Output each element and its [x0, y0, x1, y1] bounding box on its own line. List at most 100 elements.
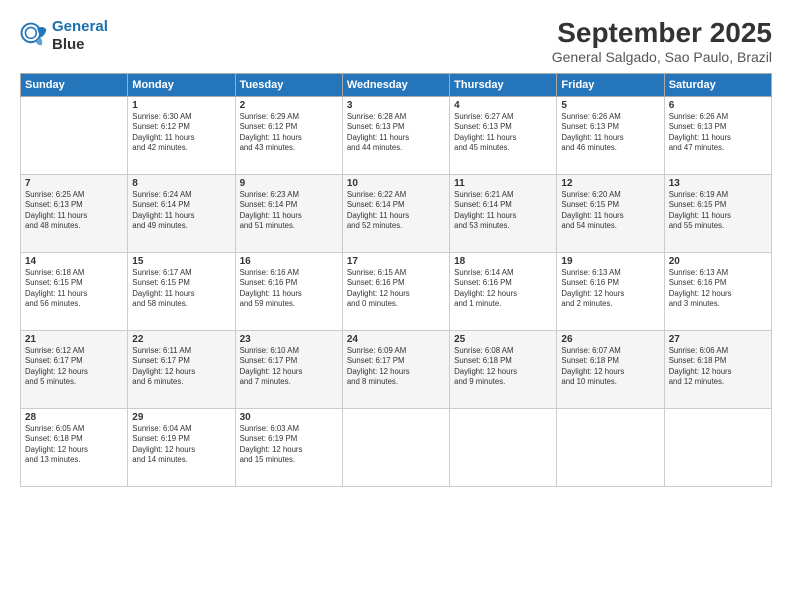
calendar-page: General Blue September 2025 General Salg…: [0, 0, 792, 612]
day-number: 29: [132, 412, 230, 423]
calendar-cell: 28Sunrise: 6:05 AM Sunset: 6:18 PM Dayli…: [21, 408, 128, 486]
cell-content: Sunrise: 6:13 AM Sunset: 6:16 PM Dayligh…: [669, 268, 767, 310]
calendar-cell: 13Sunrise: 6:19 AM Sunset: 6:15 PM Dayli…: [664, 174, 771, 252]
calendar-cell: 3Sunrise: 6:28 AM Sunset: 6:13 PM Daylig…: [342, 96, 449, 174]
calendar-cell: 24Sunrise: 6:09 AM Sunset: 6:17 PM Dayli…: [342, 330, 449, 408]
calendar-cell: 27Sunrise: 6:06 AM Sunset: 6:18 PM Dayli…: [664, 330, 771, 408]
calendar-cell: 16Sunrise: 6:16 AM Sunset: 6:16 PM Dayli…: [235, 252, 342, 330]
calendar-table: SundayMondayTuesdayWednesdayThursdayFrid…: [20, 73, 772, 487]
cell-content: Sunrise: 6:03 AM Sunset: 6:19 PM Dayligh…: [240, 424, 338, 466]
col-header-wednesday: Wednesday: [342, 73, 449, 96]
calendar-cell: 6Sunrise: 6:26 AM Sunset: 6:13 PM Daylig…: [664, 96, 771, 174]
cell-content: Sunrise: 6:24 AM Sunset: 6:14 PM Dayligh…: [132, 190, 230, 232]
day-number: 7: [25, 178, 123, 189]
calendar-cell: 10Sunrise: 6:22 AM Sunset: 6:14 PM Dayli…: [342, 174, 449, 252]
calendar-cell: 15Sunrise: 6:17 AM Sunset: 6:15 PM Dayli…: [128, 252, 235, 330]
day-number: 16: [240, 256, 338, 267]
cell-content: Sunrise: 6:05 AM Sunset: 6:18 PM Dayligh…: [25, 424, 123, 466]
day-number: 1: [132, 100, 230, 111]
day-number: 15: [132, 256, 230, 267]
calendar-cell: 14Sunrise: 6:18 AM Sunset: 6:15 PM Dayli…: [21, 252, 128, 330]
col-header-saturday: Saturday: [664, 73, 771, 96]
logo: General Blue: [20, 18, 108, 54]
calendar-cell: 2Sunrise: 6:29 AM Sunset: 6:12 PM Daylig…: [235, 96, 342, 174]
cell-content: Sunrise: 6:26 AM Sunset: 6:13 PM Dayligh…: [561, 112, 659, 154]
calendar-week-2: 7Sunrise: 6:25 AM Sunset: 6:13 PM Daylig…: [21, 174, 772, 252]
title-block: September 2025 General Salgado, Sao Paul…: [552, 18, 772, 65]
day-number: 17: [347, 256, 445, 267]
day-number: 18: [454, 256, 552, 267]
calendar-cell: 22Sunrise: 6:11 AM Sunset: 6:17 PM Dayli…: [128, 330, 235, 408]
header-row: SundayMondayTuesdayWednesdayThursdayFrid…: [21, 73, 772, 96]
cell-content: Sunrise: 6:13 AM Sunset: 6:16 PM Dayligh…: [561, 268, 659, 310]
day-number: 23: [240, 334, 338, 345]
cell-content: Sunrise: 6:12 AM Sunset: 6:17 PM Dayligh…: [25, 346, 123, 388]
calendar-cell: 9Sunrise: 6:23 AM Sunset: 6:14 PM Daylig…: [235, 174, 342, 252]
col-header-friday: Friday: [557, 73, 664, 96]
calendar-cell: 8Sunrise: 6:24 AM Sunset: 6:14 PM Daylig…: [128, 174, 235, 252]
cell-content: Sunrise: 6:15 AM Sunset: 6:16 PM Dayligh…: [347, 268, 445, 310]
cell-content: Sunrise: 6:22 AM Sunset: 6:14 PM Dayligh…: [347, 190, 445, 232]
day-number: 24: [347, 334, 445, 345]
calendar-week-1: 1Sunrise: 6:30 AM Sunset: 6:12 PM Daylig…: [21, 96, 772, 174]
calendar-cell: [557, 408, 664, 486]
day-number: 21: [25, 334, 123, 345]
calendar-cell: 30Sunrise: 6:03 AM Sunset: 6:19 PM Dayli…: [235, 408, 342, 486]
day-number: 6: [669, 100, 767, 111]
calendar-cell: 25Sunrise: 6:08 AM Sunset: 6:18 PM Dayli…: [450, 330, 557, 408]
calendar-cell: [450, 408, 557, 486]
day-number: 30: [240, 412, 338, 423]
day-number: 2: [240, 100, 338, 111]
cell-content: Sunrise: 6:04 AM Sunset: 6:19 PM Dayligh…: [132, 424, 230, 466]
day-number: 27: [669, 334, 767, 345]
page-header: General Blue September 2025 General Salg…: [20, 18, 772, 65]
logo-text: General Blue: [52, 18, 108, 54]
day-number: 20: [669, 256, 767, 267]
day-number: 11: [454, 178, 552, 189]
calendar-cell: [21, 96, 128, 174]
cell-content: Sunrise: 6:30 AM Sunset: 6:12 PM Dayligh…: [132, 112, 230, 154]
cell-content: Sunrise: 6:09 AM Sunset: 6:17 PM Dayligh…: [347, 346, 445, 388]
day-number: 19: [561, 256, 659, 267]
calendar-cell: 4Sunrise: 6:27 AM Sunset: 6:13 PM Daylig…: [450, 96, 557, 174]
day-number: 8: [132, 178, 230, 189]
calendar-cell: 26Sunrise: 6:07 AM Sunset: 6:18 PM Dayli…: [557, 330, 664, 408]
calendar-cell: 23Sunrise: 6:10 AM Sunset: 6:17 PM Dayli…: [235, 330, 342, 408]
cell-content: Sunrise: 6:08 AM Sunset: 6:18 PM Dayligh…: [454, 346, 552, 388]
cell-content: Sunrise: 6:17 AM Sunset: 6:15 PM Dayligh…: [132, 268, 230, 310]
day-number: 26: [561, 334, 659, 345]
calendar-week-4: 21Sunrise: 6:12 AM Sunset: 6:17 PM Dayli…: [21, 330, 772, 408]
calendar-cell: 19Sunrise: 6:13 AM Sunset: 6:16 PM Dayli…: [557, 252, 664, 330]
day-number: 4: [454, 100, 552, 111]
cell-content: Sunrise: 6:28 AM Sunset: 6:13 PM Dayligh…: [347, 112, 445, 154]
calendar-cell: 29Sunrise: 6:04 AM Sunset: 6:19 PM Dayli…: [128, 408, 235, 486]
cell-content: Sunrise: 6:25 AM Sunset: 6:13 PM Dayligh…: [25, 190, 123, 232]
day-number: 28: [25, 412, 123, 423]
logo-icon: [20, 22, 48, 50]
day-number: 3: [347, 100, 445, 111]
col-header-monday: Monday: [128, 73, 235, 96]
cell-content: Sunrise: 6:14 AM Sunset: 6:16 PM Dayligh…: [454, 268, 552, 310]
cell-content: Sunrise: 6:06 AM Sunset: 6:18 PM Dayligh…: [669, 346, 767, 388]
calendar-cell: 1Sunrise: 6:30 AM Sunset: 6:12 PM Daylig…: [128, 96, 235, 174]
calendar-cell: 7Sunrise: 6:25 AM Sunset: 6:13 PM Daylig…: [21, 174, 128, 252]
calendar-cell: 18Sunrise: 6:14 AM Sunset: 6:16 PM Dayli…: [450, 252, 557, 330]
calendar-cell: 12Sunrise: 6:20 AM Sunset: 6:15 PM Dayli…: [557, 174, 664, 252]
cell-content: Sunrise: 6:20 AM Sunset: 6:15 PM Dayligh…: [561, 190, 659, 232]
day-number: 22: [132, 334, 230, 345]
cell-content: Sunrise: 6:27 AM Sunset: 6:13 PM Dayligh…: [454, 112, 552, 154]
cell-content: Sunrise: 6:07 AM Sunset: 6:18 PM Dayligh…: [561, 346, 659, 388]
calendar-week-5: 28Sunrise: 6:05 AM Sunset: 6:18 PM Dayli…: [21, 408, 772, 486]
col-header-thursday: Thursday: [450, 73, 557, 96]
cell-content: Sunrise: 6:19 AM Sunset: 6:15 PM Dayligh…: [669, 190, 767, 232]
col-header-tuesday: Tuesday: [235, 73, 342, 96]
calendar-cell: 21Sunrise: 6:12 AM Sunset: 6:17 PM Dayli…: [21, 330, 128, 408]
cell-content: Sunrise: 6:23 AM Sunset: 6:14 PM Dayligh…: [240, 190, 338, 232]
cell-content: Sunrise: 6:26 AM Sunset: 6:13 PM Dayligh…: [669, 112, 767, 154]
cell-content: Sunrise: 6:16 AM Sunset: 6:16 PM Dayligh…: [240, 268, 338, 310]
cell-content: Sunrise: 6:11 AM Sunset: 6:17 PM Dayligh…: [132, 346, 230, 388]
calendar-cell: 17Sunrise: 6:15 AM Sunset: 6:16 PM Dayli…: [342, 252, 449, 330]
calendar-cell: [664, 408, 771, 486]
cell-content: Sunrise: 6:18 AM Sunset: 6:15 PM Dayligh…: [25, 268, 123, 310]
day-number: 5: [561, 100, 659, 111]
